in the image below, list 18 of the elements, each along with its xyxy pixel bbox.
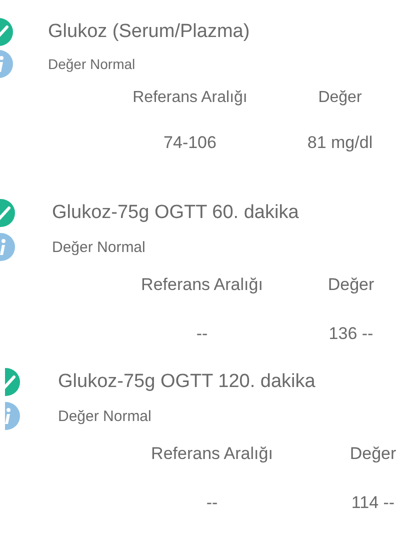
table-cell-text: 114 -- (350, 493, 396, 513)
test-name: Glukoz (Serum/Plazma) (48, 21, 250, 43)
table-cell-text: -- (195, 324, 209, 344)
table-cell-text: 74-106 (162, 133, 218, 153)
status-text: Değer Normal (52, 238, 146, 256)
column-header: Değer (326, 275, 376, 295)
status-text: Değer Normal (58, 408, 152, 424)
column-header: Referans Aralığı (150, 444, 274, 464)
status-text: Değer Normal (48, 56, 136, 72)
column-header: Değer (348, 444, 398, 464)
table-cell-text: 81 mg/dl (306, 133, 374, 153)
column-header: Referans Aralığı (140, 275, 264, 295)
test-name: Glukoz-75g OGTT 120. dakika (58, 371, 316, 393)
table-cell-text: 136 -- (328, 324, 374, 344)
test-name: Glukoz-75g OGTT 60. dakika (52, 202, 299, 224)
column-header: Referans Aralığı (132, 89, 248, 107)
column-header: Değer (317, 89, 363, 107)
table-cell-text: -- (205, 493, 219, 513)
